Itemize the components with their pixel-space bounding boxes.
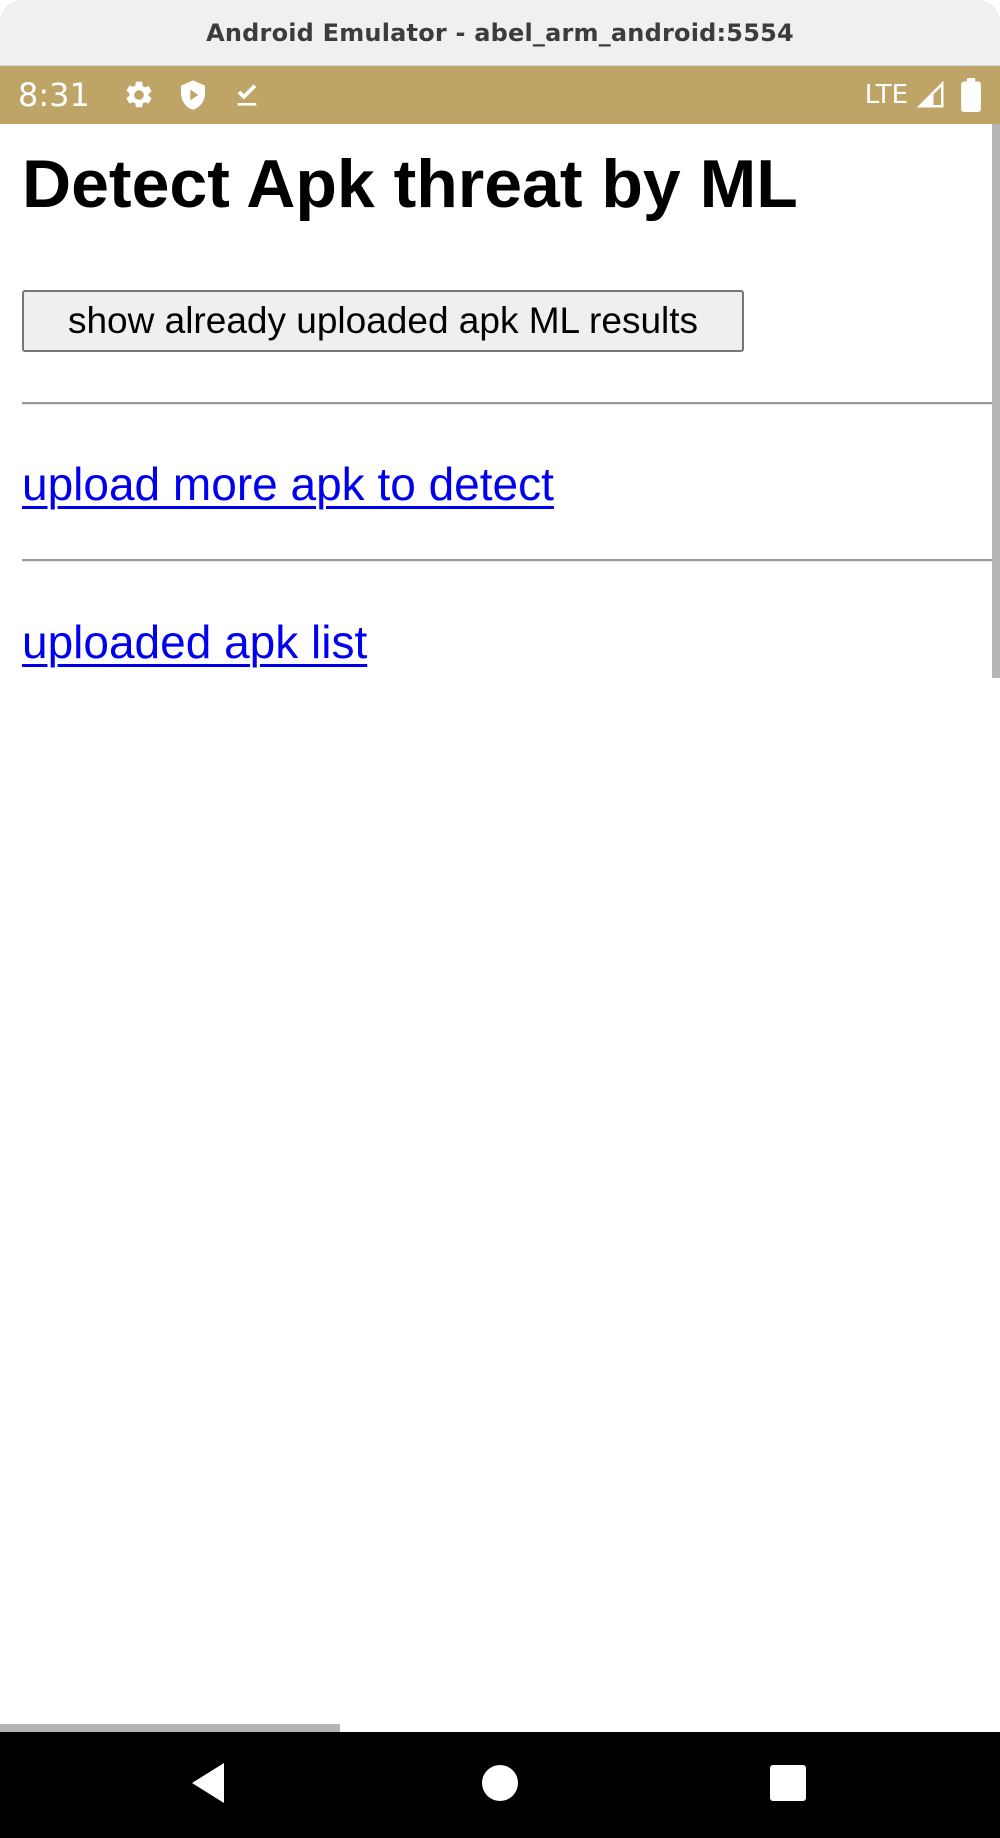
gear-icon bbox=[120, 76, 158, 114]
shield-play-icon bbox=[174, 76, 212, 114]
divider bbox=[22, 402, 1000, 405]
recents-button[interactable] bbox=[738, 1732, 838, 1838]
back-icon bbox=[188, 1761, 228, 1810]
window-title-bar: Android Emulator - abel_arm_android:5554 bbox=[0, 0, 1000, 66]
android-status-bar: 8:31 LTE bbox=[0, 66, 1000, 124]
home-icon bbox=[481, 1764, 519, 1807]
battery-icon bbox=[960, 76, 982, 114]
download-done-icon bbox=[228, 76, 266, 114]
home-button[interactable] bbox=[450, 1732, 550, 1838]
window-title: Android Emulator - abel_arm_android:5554 bbox=[206, 18, 794, 47]
emulator-window: Android Emulator - abel_arm_android:5554… bbox=[0, 0, 1000, 1838]
status-right-group: LTE bbox=[865, 76, 982, 114]
web-content[interactable]: Detect Apk threat by ML show already upl… bbox=[0, 124, 1000, 1732]
signal-icon bbox=[912, 76, 950, 114]
page-title: Detect Apk threat by ML bbox=[22, 146, 798, 222]
android-navigation-bar bbox=[0, 1732, 1000, 1838]
network-type-label: LTE bbox=[864, 80, 908, 110]
vertical-scrollbar[interactable] bbox=[992, 124, 1000, 678]
upload-more-apk-link[interactable]: upload more apk to detect bbox=[22, 461, 554, 507]
status-time: 8:31 bbox=[18, 76, 90, 114]
uploaded-apk-list-link[interactable]: uploaded apk list bbox=[22, 619, 367, 665]
divider bbox=[22, 559, 1000, 562]
horizontal-scrollbar[interactable] bbox=[0, 1724, 340, 1732]
recents-icon bbox=[769, 1764, 807, 1807]
show-results-button[interactable]: show already uploaded apk ML results bbox=[22, 290, 744, 352]
back-button[interactable] bbox=[158, 1732, 258, 1838]
